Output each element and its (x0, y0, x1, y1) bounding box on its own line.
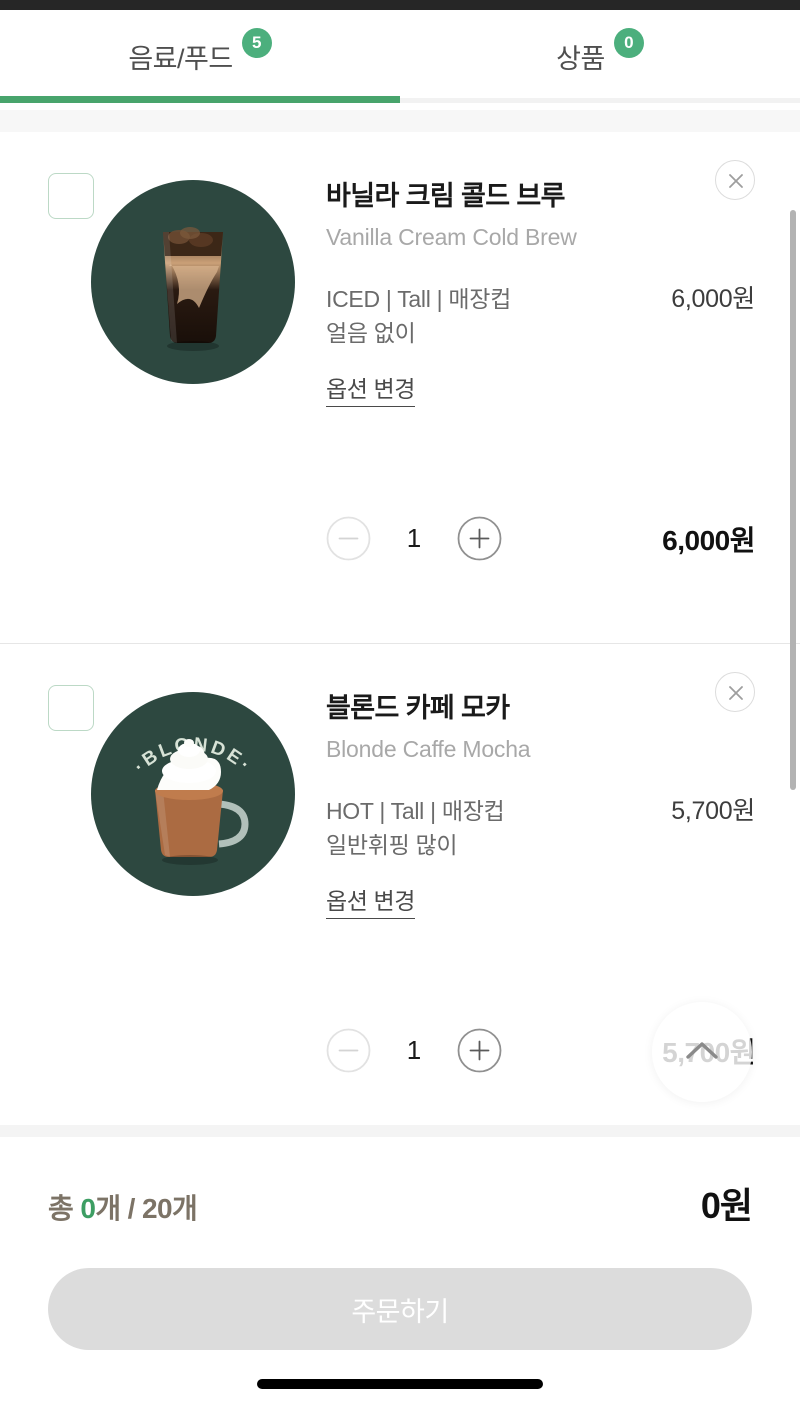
tab-merchandise-badge: 0 (613, 28, 644, 58)
item-options-line2: 얼음 없이 (326, 319, 416, 346)
item-details: 블론드 카페 모카 Blonde Caffe Mocha HOT | Tall … (326, 692, 755, 919)
cold-brew-cup-illustration (163, 227, 223, 351)
plus-icon (457, 516, 502, 561)
item-name-en: Blonde Caffe Mocha (326, 735, 531, 762)
chevron-up-icon (674, 1024, 730, 1080)
item-options-line1: HOT | Tall | 매장컵 (326, 797, 505, 824)
blonde-mocha-mug-illustration: ·BLONDE· (130, 734, 253, 865)
status-bar (0, 0, 800, 10)
home-indicator (257, 1379, 543, 1389)
tab-active-underline (0, 96, 400, 103)
cart-screen: 음료/푸드 5 상품 0 바닐라 크림 콜드 브루 Vanilla Cream … (0, 0, 800, 1408)
minus-icon (326, 1028, 371, 1073)
cart-item: 바닐라 크림 콜드 브루 Vanilla Cream Cold Brew ICE… (0, 132, 800, 645)
item-option-row: ICED | Tall | 매장컵 얼음 없이 6,000원 (326, 279, 755, 350)
item-name-ko: 블론드 카페 모카 (326, 693, 510, 723)
item-unit-price: 5,700원 (671, 796, 755, 825)
cart-total-price: 0원 (700, 1185, 753, 1226)
order-button[interactable]: 주문하기 (48, 1268, 752, 1350)
item-name-en: Vanilla Cream Cold Brew (326, 223, 577, 250)
count-prefix: 총 (48, 1193, 81, 1224)
count-middle: 개 / (95, 1193, 143, 1224)
tab-beverage-food[interactable]: 음료/푸드 5 (0, 10, 400, 103)
item-options-line2: 일반휘핑 많이 (326, 831, 458, 858)
section-spacer (0, 110, 800, 132)
item-details: 바닐라 크림 콜드 브루 Vanilla Cream Cold Brew ICE… (326, 180, 755, 407)
quantity-value: 1 (406, 523, 422, 553)
quantity-value: 1 (406, 1035, 422, 1065)
tab-merchandise-label: 상품 (556, 44, 605, 74)
item-options: ICED | Tall | 매장컵 얼음 없이 (326, 282, 511, 350)
item-thumbnail[interactable] (91, 180, 295, 384)
scroll-to-top-button[interactable] (652, 1002, 752, 1102)
item-change-option-link[interactable]: 옵션 변경 (326, 882, 415, 919)
tab-merchandise-inner: 상품 0 (556, 28, 644, 74)
quantity-decrease-button[interactable] (326, 516, 371, 561)
bottom-bar-separator (0, 1125, 800, 1137)
minus-icon (326, 516, 371, 561)
quantity-increase-button[interactable] (457, 516, 502, 561)
item-option-row: HOT | Tall | 매장컵 일반휘핑 많이 5,700원 (326, 791, 755, 862)
item-options: HOT | Tall | 매장컵 일반휘핑 많이 (326, 794, 505, 862)
plus-icon (457, 1028, 502, 1073)
tab-beverage-food-badge: 5 (241, 28, 272, 58)
item-change-option-link[interactable]: 옵션 변경 (326, 370, 415, 407)
cart-count-summary: 총 0개 / 20개 (48, 1187, 198, 1227)
tab-bar: 음료/푸드 5 상품 0 (0, 10, 800, 103)
item-unit-price: 6,000원 (671, 284, 755, 313)
tab-merchandise[interactable]: 상품 0 (400, 10, 800, 103)
quantity-decrease-button[interactable] (326, 1028, 371, 1073)
item-line-total: 6,000원 (662, 524, 755, 556)
item-select-checkbox[interactable] (48, 173, 94, 219)
quantity-increase-button[interactable] (457, 1028, 502, 1073)
cart-summary: 총 0개 / 20개 0원 (48, 1177, 753, 1229)
item-thumbnail[interactable]: ·BLONDE· (91, 692, 295, 896)
item-options-line1: ICED | Tall | 매장컵 (326, 285, 511, 312)
cart-item-list[interactable]: 바닐라 크림 콜드 브루 Vanilla Cream Cold Brew ICE… (0, 132, 800, 1125)
item-name-ko: 바닐라 크림 콜드 브루 (326, 181, 565, 211)
item-select-checkbox[interactable] (48, 685, 94, 731)
bottom-bar: 총 0개 / 20개 0원 주문하기 (0, 1137, 800, 1408)
item-quantity-row: 1 6,000원 (326, 516, 755, 561)
tab-beverage-food-label: 음료/푸드 (128, 44, 233, 74)
count-current: 0 (80, 1193, 96, 1224)
list-scrollbar[interactable] (790, 210, 796, 790)
tab-beverage-food-inner: 음료/푸드 5 (128, 28, 272, 74)
count-max: 20개 (142, 1193, 198, 1224)
